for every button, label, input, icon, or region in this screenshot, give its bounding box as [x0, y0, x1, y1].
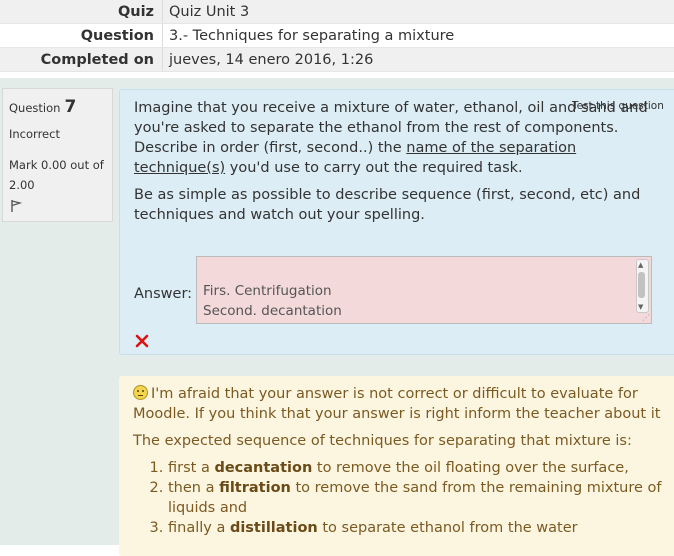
summary-label: Quiz [117, 3, 154, 20]
scroll-down-icon[interactable]: ▼ [638, 303, 643, 311]
answer-textarea[interactable]: Firs. Centrifugation Second. decantation… [196, 256, 652, 324]
summary-label: Question [80, 27, 154, 44]
list-item: then a filtration to remove the sand fro… [168, 478, 663, 518]
summary-row-completed: Completed on jueves, 14 enero 2016, 1:26 [0, 48, 674, 72]
scrollbar-thumb[interactable] [638, 272, 645, 298]
summary-value: jueves, 14 enero 2016, 1:26 [169, 51, 374, 68]
question-number: Question 7 [9, 97, 77, 117]
summary-value: Quiz Unit 3 [169, 3, 250, 20]
question-info-panel: Question 7 Incorrect Mark 0.00 out of 2.… [2, 88, 113, 222]
summary-row-question: Question 3.- Techniques for separating a… [0, 24, 674, 48]
question-mark: Mark 0.00 out of 2.00 [9, 158, 104, 192]
feedback-intro: I'm afraid that your answer is not corre… [133, 385, 661, 422]
question-instruction: Be as simple as possible to describe seq… [134, 187, 641, 223]
summary-label: Completed on [40, 51, 154, 68]
scroll-up-icon[interactable]: ▲ [638, 261, 643, 269]
answer-scrollbar[interactable]: ▲ ▼ [636, 259, 649, 313]
answer-label: Answer: [134, 286, 193, 302]
question-area: Question 7 Incorrect Mark 0.00 out of 2.… [0, 78, 674, 556]
resize-grip-icon[interactable]: ⋰ [642, 314, 650, 322]
question-state: Incorrect [9, 127, 60, 141]
quiz-summary-table: Quiz Quiz Unit 3 Question 3.- Techniques… [0, 0, 674, 72]
question-formulation: Test this question Imagine that you rece… [119, 89, 674, 355]
question-text: Imagine that you receive a mixture of wa… [134, 98, 664, 232]
feedback-text: I'm afraid that your answer is not corre… [133, 384, 663, 538]
list-item: finally a distillation to separate ethan… [168, 518, 663, 538]
feedback-panel: I'm afraid that your answer is not corre… [119, 376, 674, 556]
question-paragraph: Imagine that you receive a mixture of wa… [134, 100, 648, 176]
flag-icon[interactable] [9, 199, 23, 213]
smiley-icon [133, 385, 148, 400]
feedback-expected-intro: The expected sequence of techniques for … [133, 433, 632, 449]
list-item: first a decantation to remove the oil fl… [168, 458, 663, 478]
answer-text[interactable]: Firs. Centrifugation Second. decantation… [203, 283, 342, 323]
expected-steps-list: first a decantation to remove the oil fl… [133, 458, 663, 538]
summary-row-quiz: Quiz Quiz Unit 3 [0, 0, 674, 24]
cross-icon [135, 334, 149, 348]
summary-value: 3.- Techniques for separating a mixture [169, 27, 455, 44]
